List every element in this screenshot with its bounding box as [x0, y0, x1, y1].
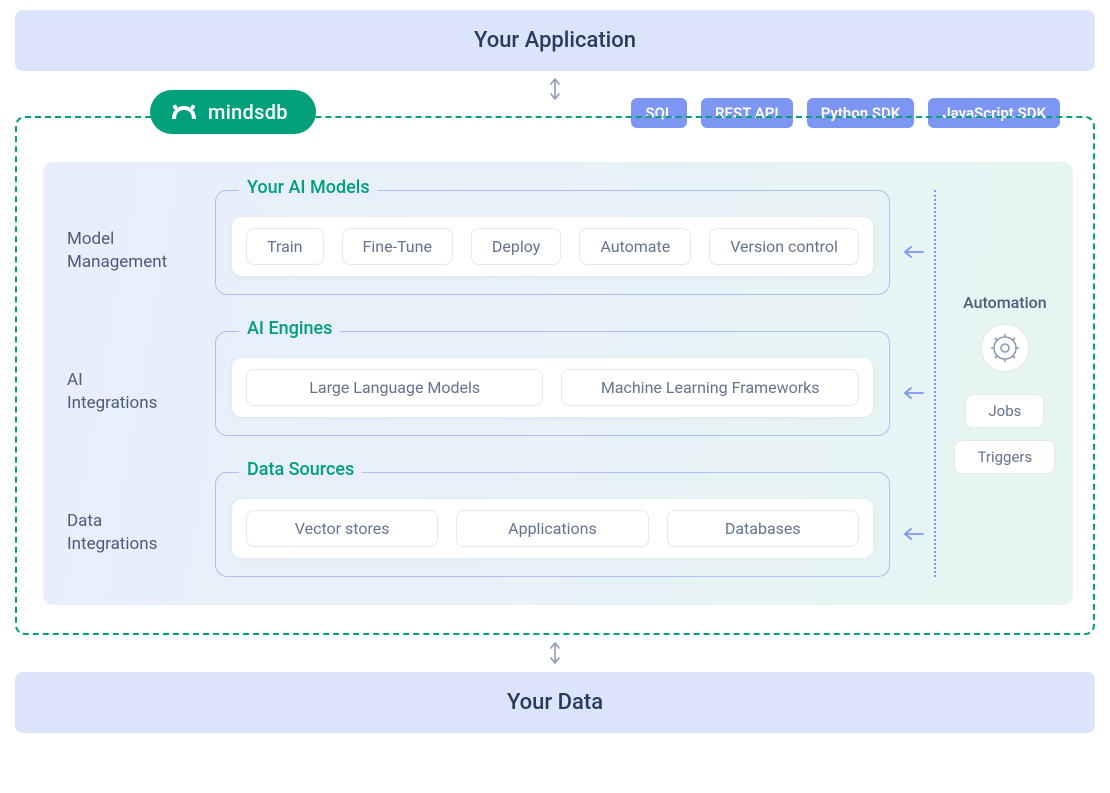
bidirectional-arrow-bottom: [15, 635, 1095, 672]
fieldset-your-ai-models: Train Fine-Tune Deploy Automate Version …: [215, 190, 890, 295]
mindsdb-logo: mindsdb: [150, 90, 316, 134]
chip-deploy: Deploy: [471, 228, 561, 265]
automation-gear-icon: [981, 324, 1029, 372]
bear-icon: [170, 103, 198, 121]
automation-column: Automation Jobs Triggers: [934, 190, 1074, 577]
section-data-integrations: Data Integrations Data Sources Vector st…: [53, 472, 926, 577]
chip-applications: Applications: [456, 510, 648, 547]
automation-title: Automation: [963, 293, 1047, 312]
chip-ml-frameworks: Machine Learning Frameworks: [561, 369, 858, 406]
chip-bar-data: Vector stores Applications Databases: [232, 499, 873, 558]
chip-vector-stores: Vector stores: [246, 510, 438, 547]
fieldset-title-ai-engines: AI Engines: [239, 318, 340, 339]
fieldset-ai-engines: Large Language Models Machine Learning F…: [215, 331, 890, 436]
fieldset-title-data-sources: Data Sources: [239, 459, 362, 480]
arrow-left-icon: [902, 367, 926, 401]
chip-databases: Databases: [667, 510, 859, 547]
chip-llm: Large Language Models: [246, 369, 543, 406]
chip-version-control: Version control: [709, 228, 859, 265]
chip-triggers: Triggers: [954, 440, 1055, 474]
mindsdb-logo-text: mindsdb: [208, 100, 288, 124]
chip-bar-models: Train Fine-Tune Deploy Automate Version …: [232, 217, 873, 276]
section-label-model-management: Model Management: [53, 212, 203, 274]
chip-automate: Automate: [579, 228, 691, 265]
chip-fine-tune: Fine-Tune: [342, 228, 453, 265]
chip-train: Train: [246, 228, 324, 265]
your-data-bar: Your Data: [15, 672, 1095, 733]
section-ai-integrations: AI Integrations AI Engines Large Languag…: [53, 331, 926, 436]
fieldset-data-sources: Vector stores Applications Databases: [215, 472, 890, 577]
mindsdb-container: Model Management Your AI Models Train Fi…: [15, 116, 1095, 635]
your-application-bar: Your Application: [15, 10, 1095, 71]
chip-bar-engines: Large Language Models Machine Learning F…: [232, 358, 873, 417]
fieldset-title-your-ai-models: Your AI Models: [239, 177, 378, 198]
section-label-ai-integrations: AI Integrations: [53, 353, 203, 415]
arrow-left-icon: [902, 508, 926, 542]
section-label-data-integrations: Data Integrations: [53, 494, 203, 556]
chip-jobs: Jobs: [965, 394, 1044, 428]
inner-panel: Model Management Your AI Models Train Fi…: [43, 162, 1073, 605]
section-model-management: Model Management Your AI Models Train Fi…: [53, 190, 926, 295]
arrow-left-icon: [902, 226, 926, 260]
